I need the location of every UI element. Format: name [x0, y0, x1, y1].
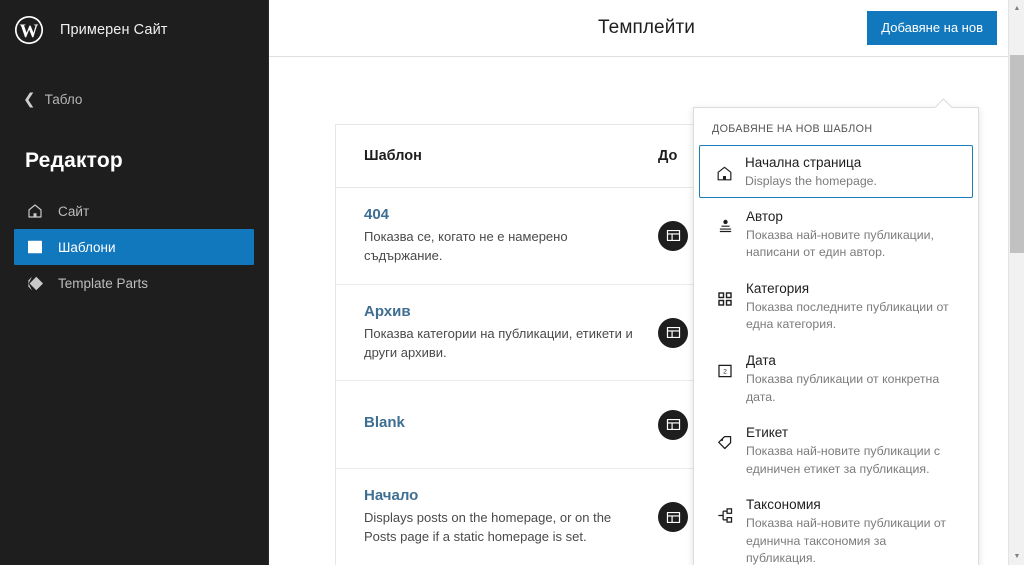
popover-item-text: Автор Показва най-новите публикации, нап… [746, 206, 958, 262]
template-link[interactable]: Blank [364, 414, 640, 431]
home-icon [24, 200, 46, 222]
sidebar-item-label: Шаблони [58, 239, 116, 255]
popover-item-text: Категория Показва последните публикации … [746, 278, 958, 334]
scroll-up-arrow-icon[interactable]: ▲ [1009, 0, 1024, 17]
wordpress-site-editor: W Примерен Сайт ❮ Табло Редактор Сайт Ша… [0, 0, 1024, 565]
popover-item-description: Displays the homepage. [745, 174, 877, 189]
topbar: Темплейти Добавяне на нов [269, 0, 1024, 57]
template-description: Показва се, когато не е намерено съдържа… [364, 229, 568, 263]
tag-icon [712, 430, 738, 456]
chevron-left-icon: ❮ [23, 90, 36, 108]
popover-item-tag[interactable]: Етикет Показва най-новите публикации с е… [699, 414, 973, 486]
popover-item-description: Показва последните публикации от една ка… [746, 300, 949, 332]
sidebar-item-label: Сайт [58, 203, 90, 219]
popover-item-taxonomy[interactable]: Таксономия Показва най-новите публикации… [699, 486, 973, 565]
popover-item-label: Етикет [746, 425, 789, 441]
popover-item-label: Дата [746, 352, 776, 368]
row-main: Начало Displays posts on the homepage, o… [364, 487, 658, 547]
sidebar-item-templates[interactable]: Шаблони [14, 229, 254, 265]
template-link[interactable]: Начало [364, 487, 640, 504]
popover-item-text: Таксономия Показва най-новите публикации… [746, 494, 958, 565]
main-content: Темплейти Добавяне на нов Шаблон До 404 … [269, 0, 1024, 565]
template-description: Показва категории на публикации, етикети… [364, 325, 633, 360]
sidebar-item-label: Template Parts [58, 275, 149, 291]
popover-item-date[interactable]: 2 Дата Показва публикации от конкретна д… [699, 342, 973, 414]
popover-item-label: Таксономия [746, 497, 821, 513]
svg-text:2: 2 [723, 369, 727, 376]
popover-item-text: Начална страница Displays the homepage. [745, 152, 959, 191]
sidebar-nav: Сайт Шаблони Template Parts [0, 193, 268, 301]
author-icon [712, 214, 738, 240]
template-badge-icon [658, 220, 688, 251]
template-icon [24, 236, 46, 258]
category-grid-icon [712, 286, 738, 312]
back-link-label: Табло [44, 91, 83, 107]
wordpress-logo-icon: W [12, 13, 46, 47]
back-to-dashboard-link[interactable]: ❮ Табло [0, 82, 268, 116]
template-badge-icon [658, 409, 688, 440]
sidebar-item-site[interactable]: Сайт [14, 193, 254, 229]
popover-item-description: Показва най-новите публикации от единичн… [746, 516, 947, 565]
content-area: Шаблон До 404 Показва се, когато не е на… [269, 57, 1024, 565]
sidebar-site-header[interactable]: W Примерен Сайт [0, 0, 268, 60]
sidebar-item-template-parts[interactable]: Template Parts [14, 265, 254, 301]
site-title: Примерен Сайт [60, 22, 168, 38]
popover-item-description: Показва най-новите публикации с единичен… [746, 444, 941, 476]
row-main: Blank [364, 414, 658, 436]
scroll-down-arrow-icon[interactable]: ▼ [1009, 548, 1024, 565]
template-description: Displays posts on the homepage, or on th… [364, 510, 612, 545]
page-scrollbar[interactable]: ▲ ▼ [1008, 0, 1024, 565]
template-link[interactable]: 404 [364, 206, 640, 223]
popover-item-label: Автор [746, 208, 783, 224]
add-template-popover: ДОБАВЯНЕ НА НОВ ШАБЛОН Начална страница … [693, 98, 979, 565]
popover-item-category[interactable]: Категория Показва последните публикации … [699, 270, 973, 342]
template-badge-icon [658, 317, 688, 348]
popover-item-label: Начална страница [745, 155, 862, 170]
add-new-button[interactable]: Добавяне на нов [867, 11, 997, 45]
svg-text:W: W [20, 21, 39, 42]
popover-item-label: Категория [746, 280, 810, 296]
popover-item-description: Показва публикации от конкретна дата. [746, 372, 940, 404]
sidebar-section-title: Редактор [25, 149, 123, 172]
calendar-icon: 2 [712, 358, 738, 384]
popover-item-text: Етикет Показва най-новите публикации с е… [746, 422, 958, 478]
scrollbar-thumb[interactable] [1010, 55, 1024, 253]
layers-icon [24, 272, 46, 294]
popover-item-description: Показва най-новите публикации, написани … [746, 227, 934, 260]
column-header-template: Шаблон [364, 148, 422, 164]
sidebar: W Примерен Сайт ❮ Табло Редактор Сайт Ша… [0, 0, 269, 565]
row-main: Архив Показва категории на публикации, е… [364, 303, 658, 363]
popover-item-text: Дата Показва публикации от конкретна дат… [746, 350, 958, 406]
template-badge-icon [658, 502, 688, 533]
popover-item-author[interactable]: Автор Показва най-новите публикации, нап… [699, 198, 973, 270]
taxonomy-icon [712, 502, 738, 528]
popover-item-front-page[interactable]: Начална страница Displays the homepage. [699, 145, 973, 198]
home-icon [711, 160, 737, 186]
row-main: 404 Показва се, когато не е намерено съд… [364, 206, 658, 266]
template-link[interactable]: Архив [364, 303, 640, 320]
popover-title: ДОБАВЯНЕ НА НОВ ШАБЛОН [712, 123, 873, 135]
